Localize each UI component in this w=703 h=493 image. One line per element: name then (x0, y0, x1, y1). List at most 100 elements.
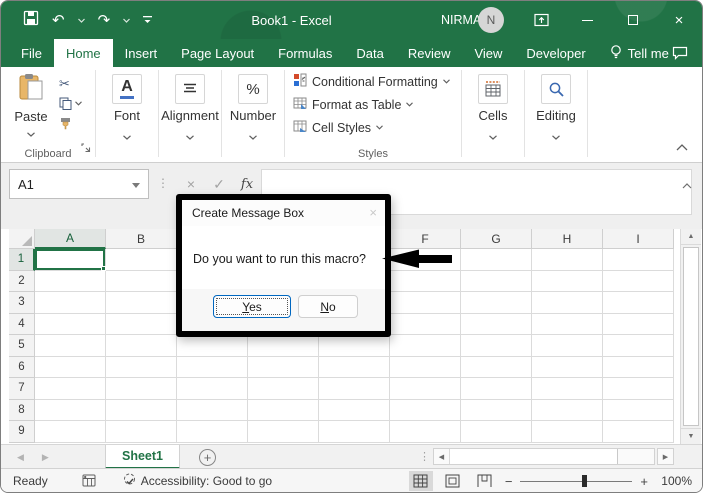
grid-cell[interactable] (248, 399, 319, 421)
grid-cell[interactable] (461, 335, 532, 357)
yes-button[interactable]: Yes (213, 295, 291, 318)
grid-cell[interactable] (532, 335, 603, 357)
tab-review[interactable]: Review (396, 39, 463, 67)
tab-developer[interactable]: Developer (514, 39, 597, 67)
column-header-B[interactable]: B (106, 229, 177, 249)
formula-bar-collapse-chevron-icon[interactable] (682, 176, 692, 194)
zoom-slider[interactable] (520, 474, 633, 488)
editing-group[interactable]: Editing (525, 67, 587, 162)
next-sheet-icon[interactable]: ▶ (42, 452, 49, 463)
column-header-G[interactable]: G (461, 229, 532, 249)
scroll-left-icon[interactable]: ◀ (434, 449, 450, 464)
grid-cell[interactable] (390, 356, 461, 378)
grid-cell[interactable] (603, 356, 674, 378)
zoom-out-button[interactable]: − (505, 474, 513, 489)
paste-dropdown-chevron-icon[interactable] (27, 124, 35, 142)
grid-cell[interactable] (532, 270, 603, 292)
vertical-scrollbar-thumb[interactable] (683, 247, 699, 426)
scroll-right-icon[interactable]: ▶ (657, 448, 674, 465)
name-box-dropdown-icon[interactable] (132, 183, 140, 188)
grid-cell[interactable] (248, 421, 319, 443)
grid-cell[interactable] (106, 313, 177, 335)
column-header-H[interactable]: H (532, 229, 603, 249)
page-layout-view-icon[interactable] (441, 471, 465, 491)
editing-chevron-icon[interactable] (552, 127, 560, 145)
copy-button[interactable] (59, 97, 82, 110)
horizontal-scrollbar[interactable]: ◀ (433, 448, 655, 465)
grid-cell[interactable] (106, 378, 177, 400)
close-button[interactable]: × (656, 1, 702, 39)
row-header-9[interactable]: 9 (9, 421, 35, 443)
grid-cell[interactable] (390, 399, 461, 421)
collapse-ribbon-chevron-icon[interactable] (676, 138, 688, 156)
column-header-A[interactable]: A (35, 229, 106, 249)
tab-file[interactable]: File (9, 39, 54, 67)
horizontal-scrollbar-thumb[interactable] (450, 449, 618, 464)
grid-cell[interactable] (461, 270, 532, 292)
grid-cell[interactable] (106, 335, 177, 357)
feedback-comment-icon[interactable] (672, 39, 688, 67)
grid-cell[interactable] (177, 399, 248, 421)
scroll-up-icon[interactable]: ▲ (681, 229, 701, 245)
prev-sheet-icon[interactable]: ◀ (17, 452, 24, 463)
grid-cell[interactable] (603, 421, 674, 443)
normal-view-icon[interactable] (408, 471, 433, 491)
tab-formulas[interactable]: Formulas (266, 39, 344, 67)
grid-cell[interactable] (106, 421, 177, 443)
grid-cell[interactable] (390, 270, 461, 292)
no-button[interactable]: No (298, 295, 358, 318)
vertical-scrollbar[interactable]: ▲ ▼ (680, 229, 701, 444)
grid-cell[interactable] (35, 270, 106, 292)
grid-cell[interactable] (106, 356, 177, 378)
tab-data[interactable]: Data (344, 39, 395, 67)
clipboard-dialog-launcher-icon[interactable] (81, 140, 91, 158)
row-header-6[interactable]: 6 (9, 356, 35, 378)
tab-home[interactable]: Home (53, 39, 113, 67)
zoom-slider-handle[interactable] (582, 475, 588, 487)
grid-cell[interactable] (35, 421, 106, 443)
grid-cell[interactable] (603, 378, 674, 400)
conditional-formatting-button[interactable]: Conditional Formatting (293, 73, 461, 90)
grid-cell[interactable] (532, 292, 603, 314)
grid-cell[interactable] (461, 313, 532, 335)
macro-record-icon[interactable] (82, 474, 96, 487)
select-all-corner[interactable] (9, 229, 35, 249)
number-group[interactable]: % Number (222, 67, 284, 162)
dialog-close-icon[interactable]: × (369, 205, 377, 220)
avatar[interactable]: N (478, 7, 504, 33)
alignment-chevron-icon[interactable] (186, 127, 194, 145)
row-header-4[interactable]: 4 (9, 313, 35, 335)
grid-cell[interactable] (532, 399, 603, 421)
grid-cell[interactable] (390, 421, 461, 443)
grid-cell[interactable] (390, 313, 461, 335)
grid-cell[interactable] (461, 356, 532, 378)
grid-cell[interactable] (35, 313, 106, 335)
new-sheet-button[interactable]: + (199, 449, 216, 466)
grid-cell[interactable] (532, 378, 603, 400)
grid-cell[interactable] (35, 356, 106, 378)
grid-cell[interactable] (248, 378, 319, 400)
grid-cell[interactable] (319, 356, 390, 378)
grid-cell[interactable] (35, 292, 106, 314)
tell-me-box[interactable]: Tell me (598, 39, 681, 67)
row-header-3[interactable]: 3 (9, 292, 35, 314)
font-chevron-icon[interactable] (123, 127, 131, 145)
grid-cell[interactable] (35, 335, 106, 357)
cancel-entry-icon[interactable]: × (177, 176, 205, 192)
grid-cell[interactable] (319, 335, 390, 357)
grid-cell[interactable] (106, 249, 177, 271)
cut-scissors-icon[interactable]: ✂ (59, 77, 70, 90)
grid-cell[interactable] (461, 292, 532, 314)
insert-function-icon[interactable]: fx (233, 177, 261, 192)
grid-cell[interactable] (603, 335, 674, 357)
format-as-table-button[interactable]: Format as Table (293, 96, 461, 113)
grid-cell[interactable] (532, 249, 603, 271)
grid-cell[interactable] (461, 378, 532, 400)
row-header-7[interactable]: 7 (9, 378, 35, 400)
grid-cell[interactable] (106, 292, 177, 314)
cell-styles-button[interactable]: Cell Styles (293, 119, 461, 136)
grid-cell[interactable] (319, 399, 390, 421)
grid-cell[interactable] (461, 249, 532, 271)
grid-cell[interactable] (177, 335, 248, 357)
page-break-preview-icon[interactable] (473, 471, 497, 491)
